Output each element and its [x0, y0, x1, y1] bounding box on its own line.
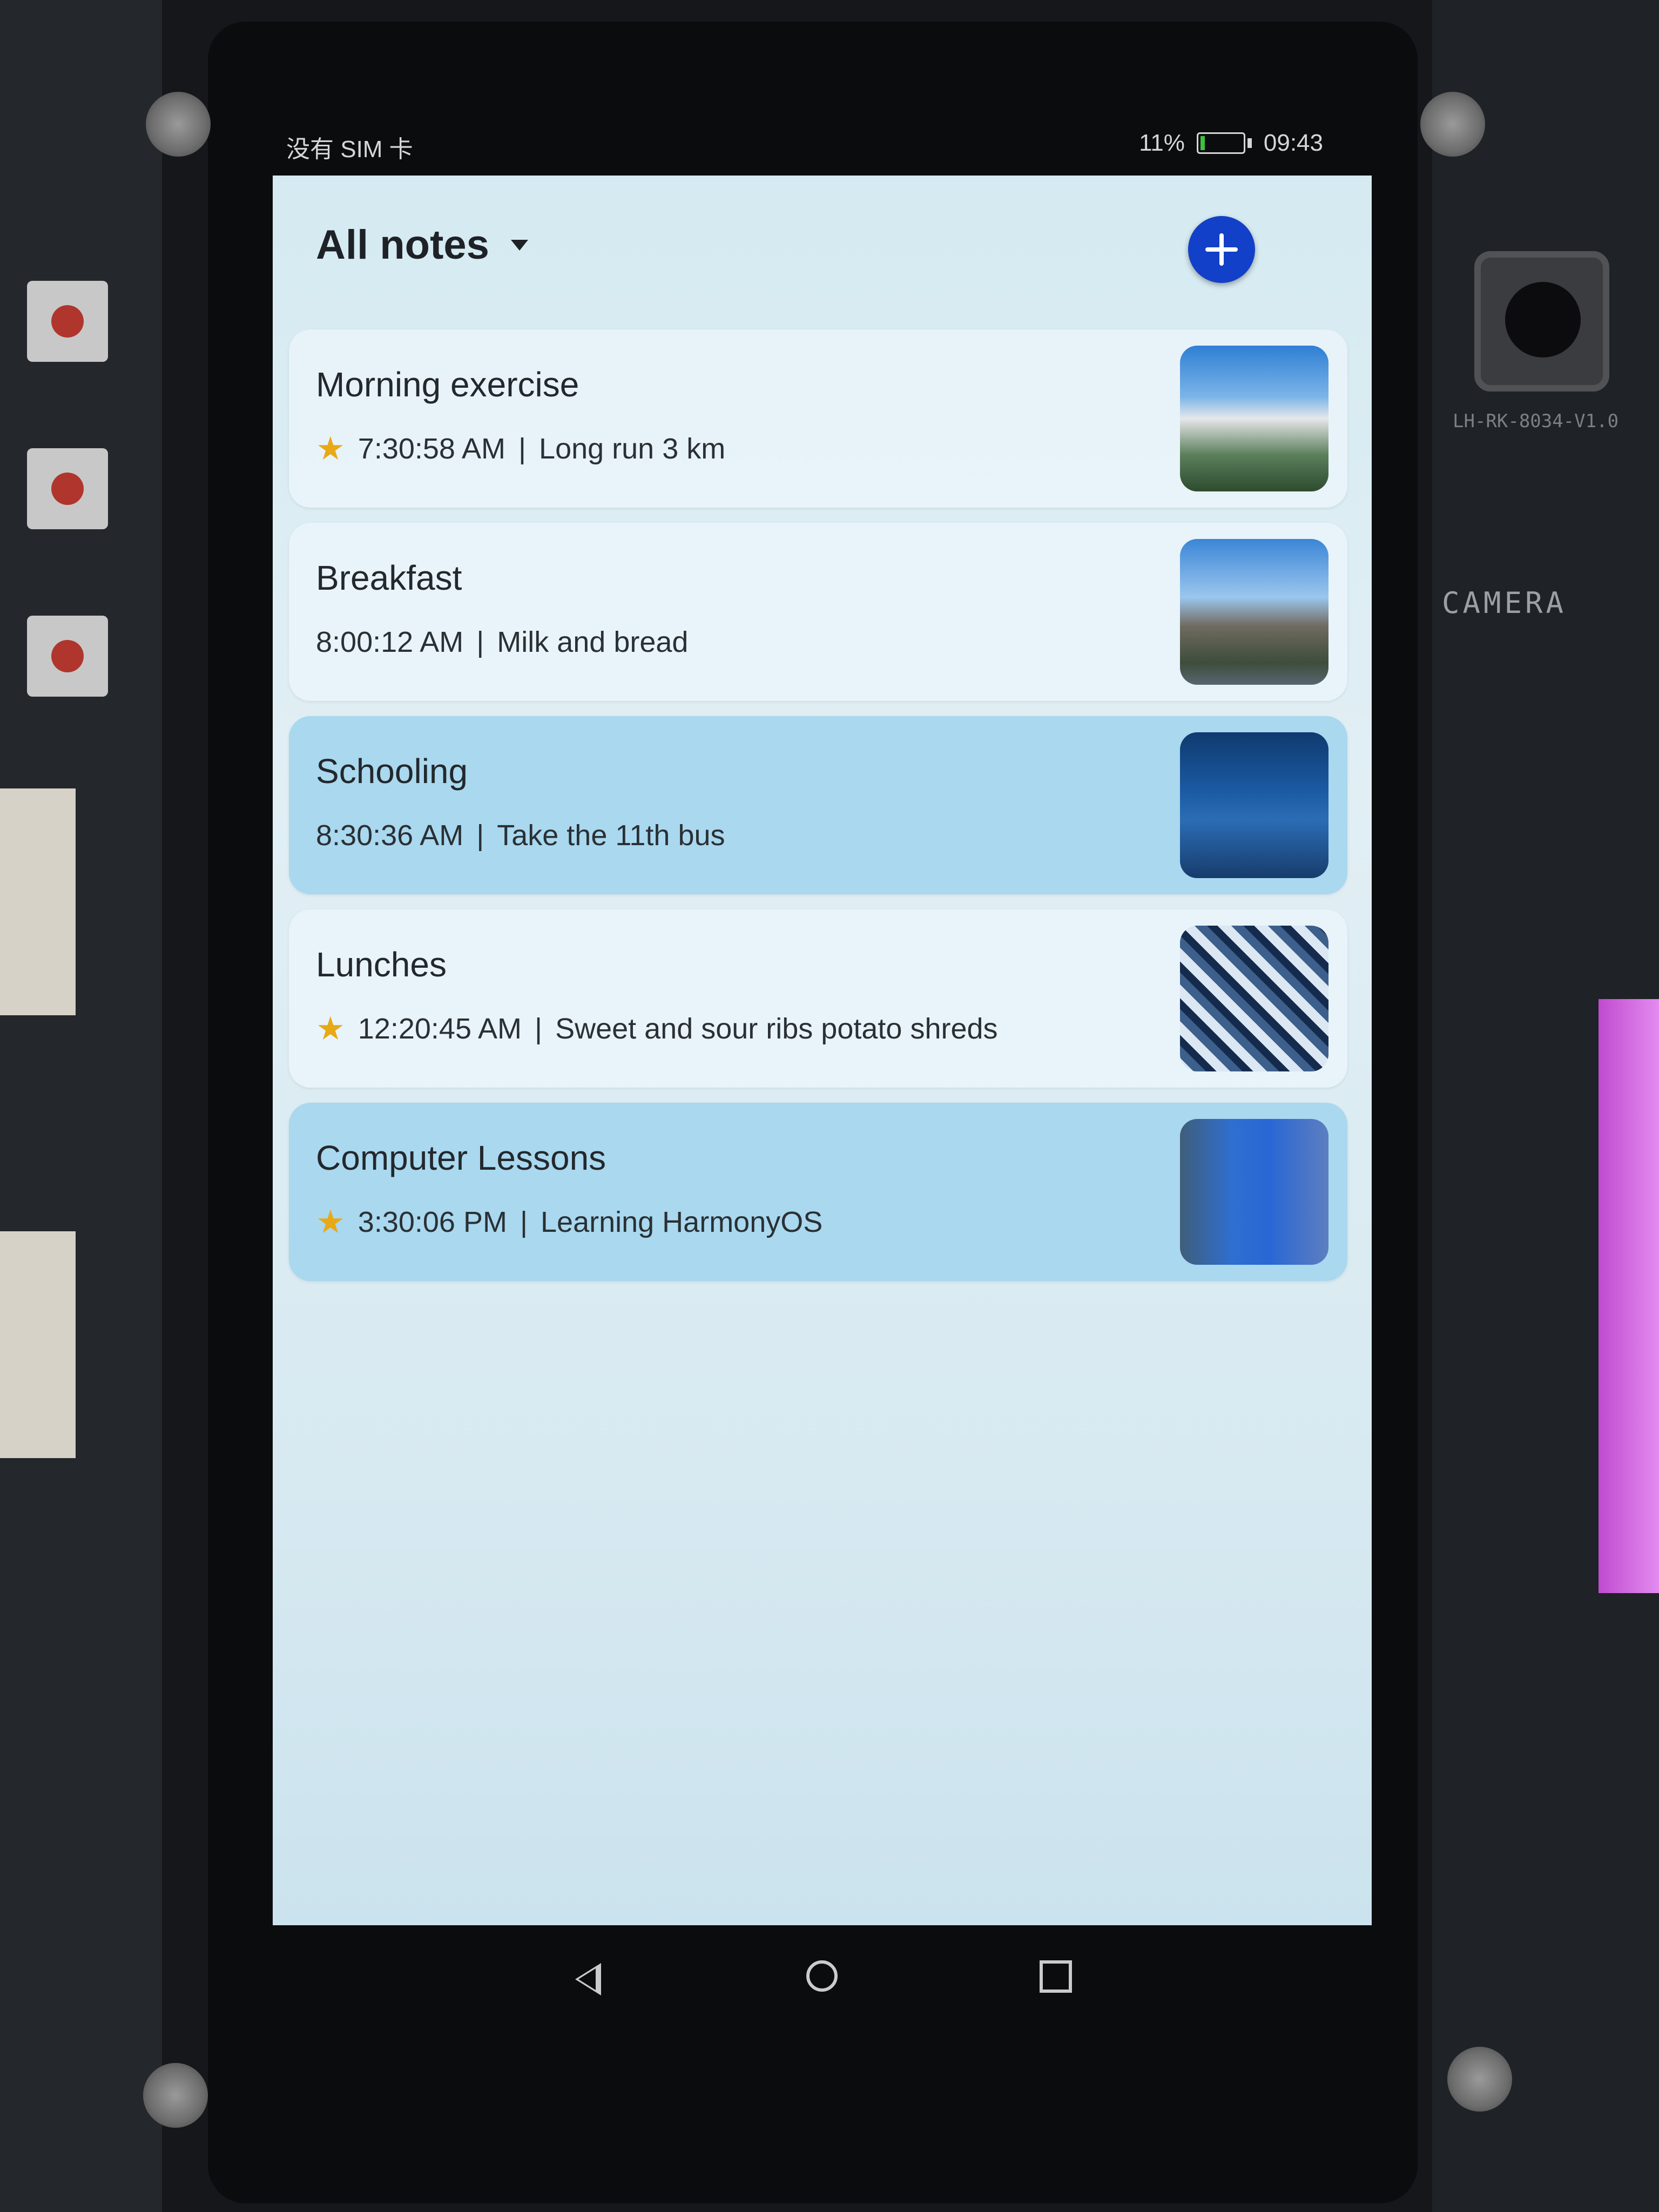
note-title: Schooling: [316, 752, 468, 791]
app-header: All notes: [273, 176, 1372, 305]
note-meta: ★ 12:20:45 AM | Sweet and sour ribs pota…: [316, 1012, 998, 1046]
battery-icon: [1196, 132, 1245, 154]
dropdown-caret-icon: [510, 239, 528, 251]
transformer-component: [0, 788, 76, 1015]
clock: 09:43: [1263, 130, 1323, 156]
note-thumbnail: [1180, 539, 1328, 685]
note-detail: Take the 11th bus: [497, 819, 725, 852]
note-time: 3:30:06 PM: [358, 1206, 507, 1238]
note-title: Breakfast: [316, 558, 462, 597]
carrier-text: 没有 SIM 卡: [286, 136, 413, 163]
note-meta: 8:00:12 AM | Milk and bread: [316, 625, 688, 659]
screw: [146, 92, 211, 157]
battery-percent: 11%: [1139, 130, 1185, 156]
note-thumbnail: [1180, 1119, 1328, 1265]
add-note-button[interactable]: [1188, 216, 1255, 283]
separator: |: [535, 1013, 543, 1045]
screw: [143, 2063, 208, 2128]
hardware-button: [27, 616, 108, 697]
app-screen: All notes Morning exercise ★ 7:30:58 AM …: [273, 176, 1372, 1925]
notes-list: Morning exercise ★ 7:30:58 AM | Long run…: [289, 329, 1347, 1296]
camera-module: [1474, 251, 1609, 392]
note-meta: ★ 7:30:58 AM | Long run 3 km: [316, 432, 725, 466]
note-detail: Long run 3 km: [539, 433, 726, 465]
home-icon[interactable]: [806, 1960, 838, 1992]
notes-filter-dropdown[interactable]: All notes: [316, 221, 528, 268]
module-label: LH-RK-8034-V1.0: [1453, 410, 1619, 432]
system-navigation-bar: [273, 1931, 1372, 2028]
note-thumbnail: [1180, 926, 1328, 1071]
note-item-breakfast[interactable]: Breakfast 8:00:12 AM | Milk and bread: [289, 523, 1347, 701]
separator: |: [518, 433, 527, 465]
note-time: 7:30:58 AM: [358, 433, 505, 465]
note-detail: Sweet and sour ribs potato shreds: [555, 1013, 998, 1045]
separator: |: [476, 626, 484, 658]
recent-apps-icon[interactable]: [1040, 1960, 1072, 1993]
note-time: 8:00:12 AM: [316, 626, 464, 658]
back-icon[interactable]: [575, 1963, 601, 1995]
status-bar: 没有 SIM 卡 11% 09:43: [286, 130, 1323, 167]
note-meta: ★ 3:30:06 PM | Learning HarmonyOS: [316, 1205, 822, 1239]
screw: [1447, 2047, 1512, 2112]
note-title: Lunches: [316, 945, 447, 984]
note-item-schooling[interactable]: Schooling 8:30:36 AM | Take the 11th bus: [289, 716, 1347, 894]
camera-label: CAMERA: [1442, 586, 1567, 620]
star-icon: ★: [316, 1010, 345, 1047]
note-item-morning-exercise[interactable]: Morning exercise ★ 7:30:58 AM | Long run…: [289, 329, 1347, 508]
note-item-lunches[interactable]: Lunches ★ 12:20:45 AM | Sweet and sour r…: [289, 909, 1347, 1088]
note-time: 12:20:45 AM: [358, 1013, 522, 1045]
battery-tip: [1247, 138, 1252, 148]
separator: |: [476, 819, 484, 852]
ribbon-cable: [1599, 999, 1659, 1593]
note-time: 8:30:36 AM: [316, 819, 464, 852]
note-thumbnail: [1180, 732, 1328, 878]
note-title: Morning exercise: [316, 365, 579, 404]
hardware-button: [27, 281, 108, 362]
note-item-computer-lessons[interactable]: Computer Lessons ★ 3:30:06 PM | Learning…: [289, 1103, 1347, 1281]
note-detail: Learning HarmonyOS: [541, 1206, 823, 1238]
note-detail: Milk and bread: [497, 626, 689, 658]
star-icon: ★: [316, 1204, 345, 1240]
hardware-button: [27, 448, 108, 529]
transformer-component: [0, 1231, 76, 1458]
note-meta: 8:30:36 AM | Take the 11th bus: [316, 819, 725, 852]
screw: [1420, 92, 1485, 157]
separator: |: [520, 1206, 528, 1238]
star-icon: ★: [316, 430, 345, 467]
note-thumbnail: [1180, 346, 1328, 491]
note-title: Computer Lessons: [316, 1138, 606, 1177]
page-title: All notes: [316, 222, 489, 268]
